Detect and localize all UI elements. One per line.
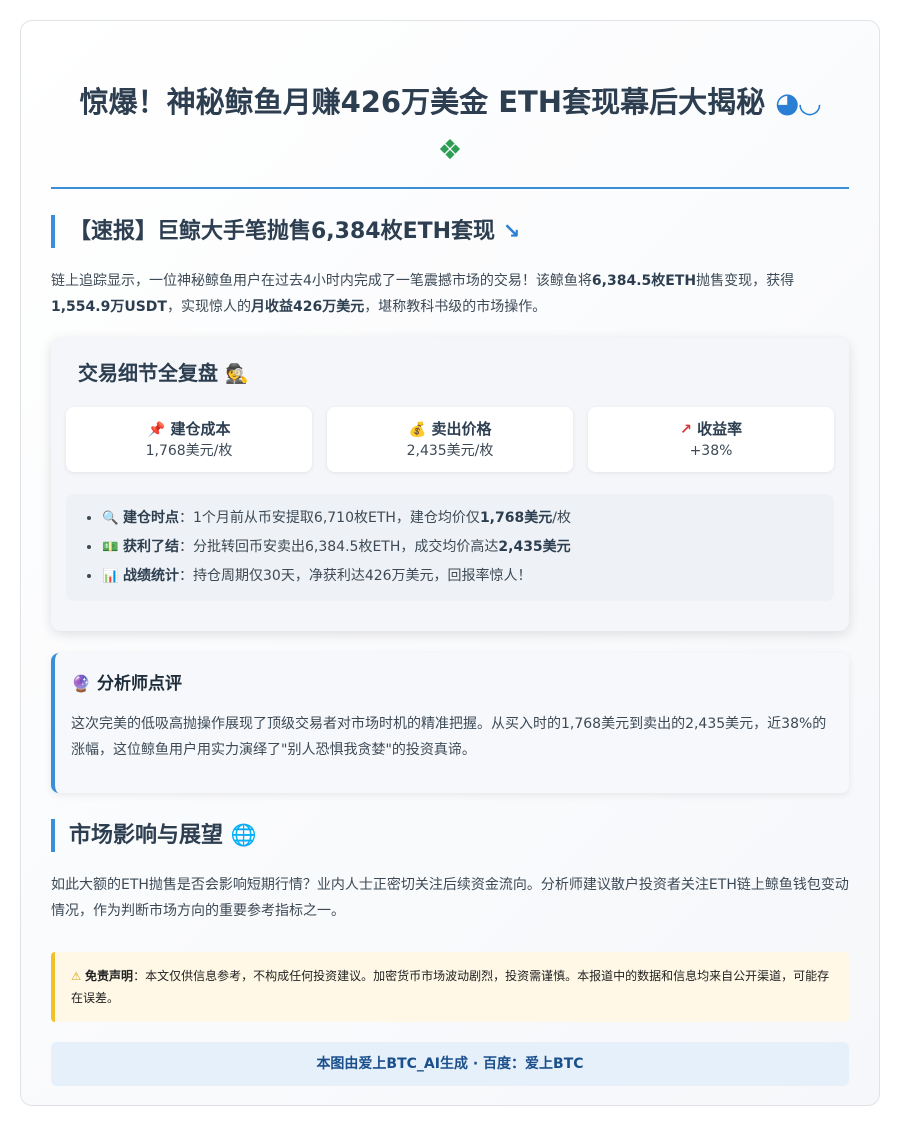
- chart-down-icon: ↘: [502, 219, 521, 243]
- analyst-text: 这次完美的低吸高抛操作展现了顶级交易者对市场时机的精准把握。从买入时的1,768…: [71, 716, 827, 758]
- list-item-entry-bold: 1,768美元: [479, 510, 553, 526]
- flash-text-4: ，堪称教科书级的市场操作。: [364, 299, 547, 315]
- market-heading: 市场影响与展望 🌐: [51, 819, 849, 852]
- list-item-profit-bold: 2,435美元: [498, 539, 571, 555]
- stat-label-return: ↗ 收益率: [588, 419, 834, 440]
- money-icon: ❖: [437, 134, 463, 166]
- stat-card-cost: 📌 建仓成本 1,768美元/枚: [66, 407, 312, 472]
- list-item-profit: 💵 获利了结：分批转回币安卖出6,384.5枚ETH，成交均价高达2,435美元: [102, 533, 814, 562]
- stat-label-sell-price-text: 卖出价格: [431, 420, 492, 438]
- title-divider: [51, 187, 849, 189]
- warning-icon: ⚠: [71, 969, 82, 983]
- market-heading-text: 市场影响与展望: [69, 823, 224, 848]
- bar-chart-icon: 📊: [102, 569, 119, 584]
- details-list-box: 🔍 建仓时点：1个月前从币安提取6,710枚ETH，建仓均价仅1,768美元/枚…: [66, 494, 834, 601]
- footer-banner: 本图由爱上BTC_AI生成 · 百度：爱上BTC: [51, 1042, 849, 1086]
- magnifier-icon: 🔍: [102, 511, 119, 526]
- list-item-profit-text: ：分批转回币安卖出6,384.5枚ETH，成交均价高达: [179, 539, 499, 555]
- stat-value-return: +38%: [689, 443, 733, 459]
- money-bag-icon: 💰: [408, 422, 427, 438]
- trade-details-panel: 交易细节全复盘 🕵 📌 建仓成本 1,768美元/枚 💰 卖出价格 2,435美…: [51, 338, 849, 631]
- details-heading: 交易细节全复盘 🕵: [66, 358, 834, 389]
- page-title-text: 惊爆！神秘鲸鱼月赚426万美金 ETH套现幕后大揭秘: [79, 85, 766, 119]
- list-item-entry-text: ：1个月前从币安提取6,710枚ETH，建仓均价仅: [179, 510, 480, 526]
- globe-icon: 🌐: [230, 823, 257, 847]
- stat-card-return: ↗ 收益率 +38%: [588, 407, 834, 472]
- disclaimer-text: ：本文仅供信息参考，不构成任何投资建议。加密货币市场波动剧烈，投资需谨慎。本报道…: [71, 969, 830, 1005]
- details-list: 🔍 建仓时点：1个月前从币安提取6,710枚ETH，建仓均价仅1,768美元/枚…: [102, 504, 814, 591]
- flash-bold-profit: 月收益426万美元: [250, 299, 365, 315]
- chart-up-icon: ↗: [679, 422, 692, 438]
- cash-icon: 💵: [102, 540, 119, 555]
- stat-value-cost: 1,768美元/枚: [145, 443, 233, 459]
- analyst-heading-text: 分析师点评: [97, 674, 183, 694]
- flash-bold-eth: 6,384.5枚ETH: [591, 273, 697, 289]
- whale-icon: ◕◡: [775, 87, 821, 119]
- list-item-profit-title: 获利了结: [123, 539, 180, 555]
- list-item-stats-text: ：持仓周期仅30天，净获利达426万美元，回报率惊人！: [179, 568, 532, 584]
- flash-bold-usdt: 1,554.9万USDT: [51, 299, 167, 315]
- flash-paragraph: 链上追踪显示，一位神秘鲸鱼用户在过去4小时内完成了一笔震撼市场的交易！该鲸鱼将6…: [51, 268, 849, 320]
- stats-row: 📌 建仓成本 1,768美元/枚 💰 卖出价格 2,435美元/枚 ↗ 收益率 …: [66, 407, 834, 472]
- analyst-heading: 🔮 分析师点评: [71, 671, 829, 697]
- list-item-entry-title: 建仓时点: [123, 510, 180, 526]
- list-item-stats: 📊 战绩统计：持仓周期仅30天，净获利达426万美元，回报率惊人！: [102, 562, 814, 591]
- crystal-ball-icon: 🔮: [71, 674, 92, 693]
- disclaimer-label: 免责声明: [85, 969, 134, 983]
- page-title: 惊爆！神秘鲸鱼月赚426万美金 ETH套现幕后大揭秘 ◕◡ ❖: [51, 79, 849, 173]
- stat-label-sell-price: 💰 卖出价格: [327, 419, 573, 440]
- detective-icon: 🕵: [224, 363, 249, 385]
- list-item-stats-title: 战绩统计: [123, 568, 180, 584]
- stat-value-sell-price: 2,435美元/枚: [406, 443, 494, 459]
- disclaimer-box: ⚠ 免责声明：本文仅供信息参考，不构成任何投资建议。加密货币市场波动剧烈，投资需…: [51, 952, 849, 1022]
- stat-label-return-text: 收益率: [697, 420, 743, 438]
- stat-card-sell-price: 💰 卖出价格 2,435美元/枚: [327, 407, 573, 472]
- footer-text: 本图由爱上BTC_AI生成 · 百度：爱上BTC: [316, 1056, 584, 1072]
- list-item-entry: 🔍 建仓时点：1个月前从币安提取6,710枚ETH，建仓均价仅1,768美元/枚: [102, 504, 814, 533]
- flash-text-2: 抛售变现，获得: [696, 273, 795, 289]
- stat-label-cost-text: 建仓成本: [170, 420, 231, 438]
- stat-label-cost: 📌 建仓成本: [66, 419, 312, 440]
- market-paragraph: 如此大额的ETH抛售是否会影响短期行情？业内人士正密切关注后续资金流向。分析师建…: [51, 877, 849, 919]
- details-heading-text: 交易细节全复盘: [78, 361, 218, 385]
- flash-heading-text: 【速报】巨鲸大手笔抛售6,384枚ETH套现: [69, 219, 496, 244]
- flash-text-3: ，实现惊人的: [166, 299, 251, 315]
- flash-text-1: 链上追踪显示，一位神秘鲸鱼用户在过去4小时内完成了一笔震撼市场的交易！该鲸鱼将: [51, 273, 592, 289]
- pushpin-icon: 📌: [147, 422, 166, 438]
- article-card: 惊爆！神秘鲸鱼月赚426万美金 ETH套现幕后大揭秘 ◕◡ ❖ 【速报】巨鲸大手…: [20, 20, 880, 1106]
- flash-heading: 【速报】巨鲸大手笔抛售6,384枚ETH套现 ↘: [51, 215, 849, 248]
- list-item-entry-tail: /枚: [552, 510, 571, 526]
- analyst-comment-box: 🔮 分析师点评 这次完美的低吸高抛操作展现了顶级交易者对市场时机的精准把握。从买…: [51, 653, 849, 793]
